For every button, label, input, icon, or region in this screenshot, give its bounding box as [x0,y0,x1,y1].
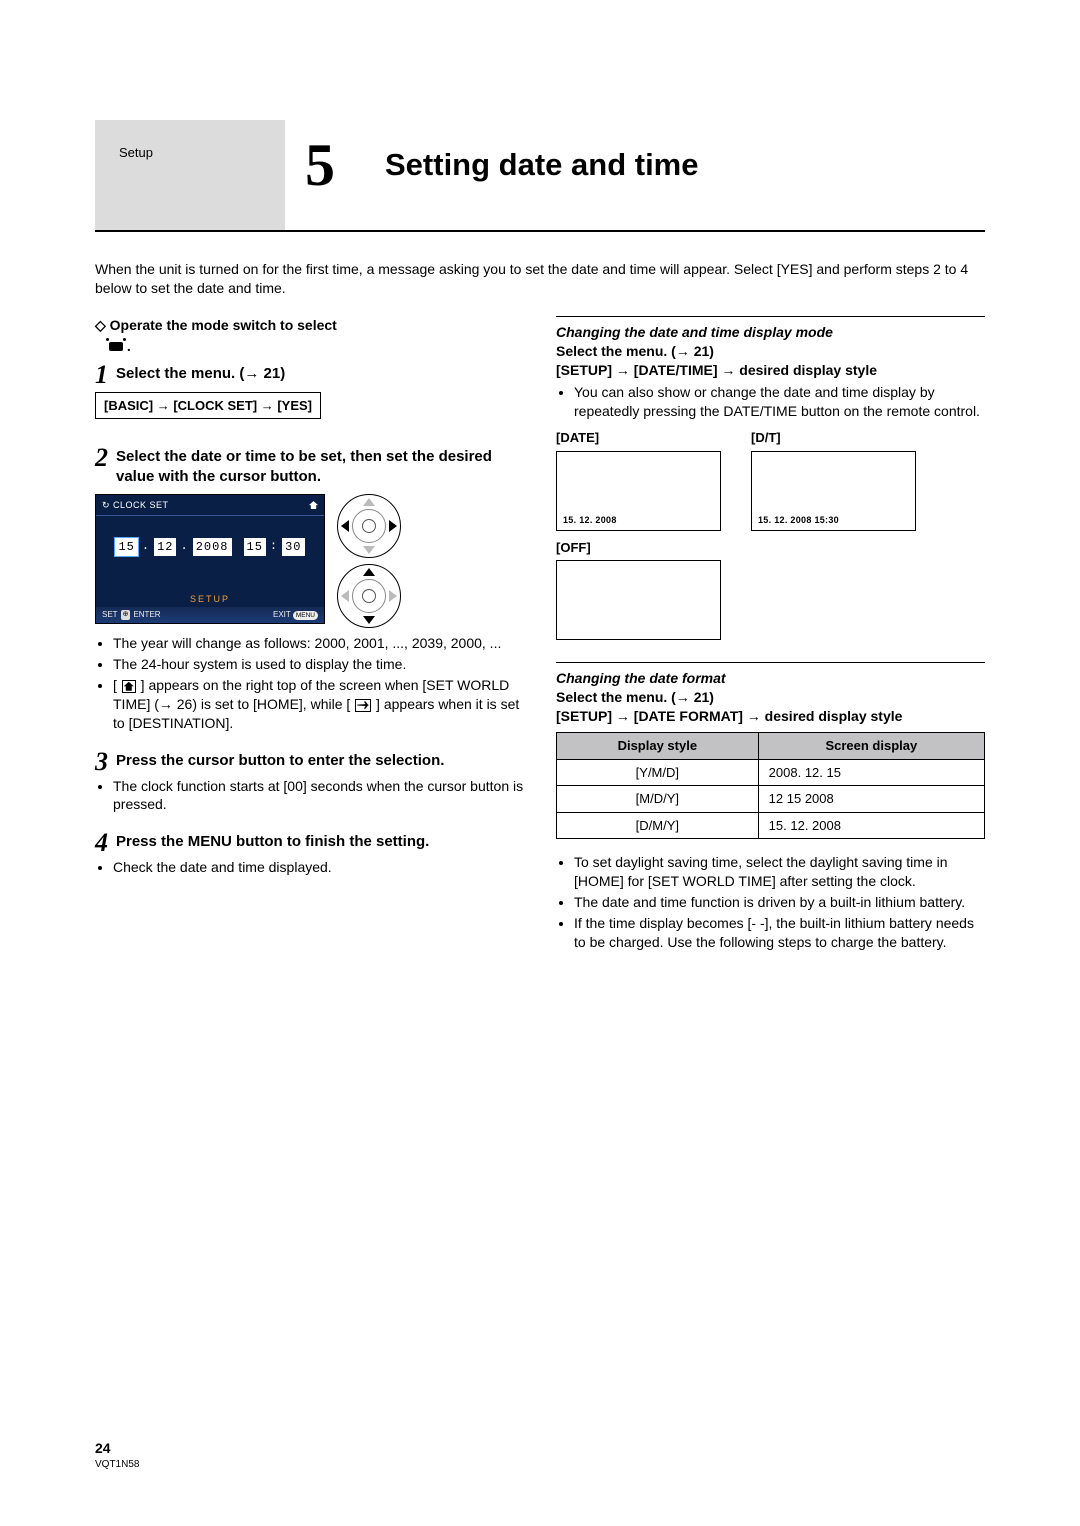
step-1-text: Select the menu. (→ 21) [116,364,524,386]
screenshot-set-label: SET [102,610,118,621]
preview-off-box [556,560,721,640]
list-item: To set daylight saving time, select the … [574,853,985,891]
preview-off-col: [OFF] [556,539,721,641]
clock-colon: : [269,538,279,556]
preview-date-box: 15. 12. 2008 [556,451,721,531]
step-4-number: 4 [95,832,108,854]
preview-date-col: [DATE] 15. 12. 2008 [556,429,721,531]
table-cell: 2008. 12. 15 [758,759,984,786]
date-format-path: [SETUP] → [DATE FORMAT] → desired displa… [556,707,985,726]
step-1-number: 1 [95,364,108,386]
clock-sep: . [141,538,151,556]
section-separator [556,316,985,317]
right-column: Changing the date and time display mode … [556,316,985,970]
record-mode-icon [109,342,123,351]
step-4-heading: 4 Press the MENU button to finish the se… [95,832,524,854]
clock-year: 2008 [193,538,232,556]
cursor-pad-horizontal-icon [337,494,401,558]
chapter-number: 5 [285,120,355,230]
home-icon [309,501,318,509]
step-2-number: 2 [95,447,108,486]
list-item: You can also show or change the date and… [574,383,985,421]
document-id: VQT1N58 [95,1458,139,1472]
final-notes: To set daylight saving time, select the … [556,853,985,951]
list-item: Check the date and time displayed. [113,858,524,877]
section-tab: Setup [95,120,285,230]
left-column: ◇ Operate the mode switch to select . 1 … [95,316,524,970]
preview-dt-box: 15. 12. 2008 15:30 [751,451,916,531]
preview-dt-value: 15. 12. 2008 15:30 [758,514,839,526]
step-2-text: Select the date or time to be set, then … [116,447,524,486]
list-item: [ ] appears on the right top of the scre… [113,676,524,733]
table-cell: [D/M/Y] [557,812,759,839]
table-row: [D/M/Y] 15. 12. 2008 [557,812,985,839]
table-cell: [M/D/Y] [557,786,759,813]
clock-value-row: 15 . 12 . 2008 15 : 30 [96,538,324,556]
table-cell: [Y/M/D] [557,759,759,786]
display-mode-path: [SETUP] → [DATE/TIME] → desired display … [556,361,985,380]
clock-day: 15 [115,538,137,556]
page-header: Setup 5 Setting date and time [95,120,985,232]
preview-date-label: [DATE] [556,429,721,447]
display-mode-note: You can also show or change the date and… [556,383,985,421]
preview-off-label: [OFF] [556,539,721,557]
page-footer: 24 VQT1N58 [95,1439,139,1471]
clock-month: 12 [154,538,176,556]
cursor-pad-vertical-icon [337,564,401,628]
page-title: Setting date and time [355,120,698,230]
section-separator-2 [556,662,985,663]
table-row: [Y/M/D] 2008. 12. 15 [557,759,985,786]
screenshot-title: CLOCK SET [113,500,169,510]
preview-dt-col: [D/T] 15. 12. 2008 15:30 [751,429,916,531]
operate-switch-line2: . [95,337,524,356]
list-item: The clock function starts at [00] second… [113,777,524,815]
table-cell: 15. 12. 2008 [758,812,984,839]
enter-chip-icon: ⊕ [121,610,131,619]
step-2-notes: The year will change as follows: 2000, 2… [95,634,524,732]
preview-date-value: 15. 12. 2008 [563,514,617,526]
table-cell: 12 15 2008 [758,786,984,813]
list-item: The date and time function is driven by … [574,893,985,912]
menu-path-box: [BASIC] → [CLOCK SET] → [YES] [95,392,321,420]
clock-sep2: . [179,538,189,556]
screenshot-enter-label: ENTER [133,610,160,621]
step-3-text: Press the cursor button to enter the sel… [116,751,524,773]
plane-icon [355,699,371,712]
intro-paragraph: When the unit is turned on for the first… [95,260,985,298]
table-header: Display style [557,733,759,760]
step-4-notes: Check the date and time displayed. [95,858,524,877]
operate-switch-instruction: ◇ Operate the mode switch to select [95,316,524,335]
screenshot-exit-label: EXIT [273,610,291,619]
clock-set-screenshot: ↻ CLOCK SET 15 . 12 . 2008 15 : 30 [95,494,325,624]
table-row: [M/D/Y] 12 15 2008 [557,786,985,813]
table-header: Screen display [758,733,984,760]
change-display-mode-heading: Changing the date and time display mode [556,323,985,342]
page-number: 24 [95,1439,139,1458]
select-menu-instruction-2: Select the menu. (→ 21) [556,688,985,707]
list-item: The year will change as follows: 2000, 2… [113,634,524,653]
house-icon [122,680,136,693]
menu-chip-icon: MENU [293,611,318,620]
select-menu-instruction: Select the menu. (→ 21) [556,342,985,361]
step-3-notes: The clock function starts at [00] second… [95,777,524,815]
list-item: If the time display becomes [- -], the b… [574,914,985,952]
change-date-format-heading: Changing the date format [556,669,985,688]
step-2-heading: 2 Select the date or time to be set, the… [95,447,524,486]
operate-switch-text: Operate the mode switch to select [110,317,337,333]
clock-min: 30 [282,538,304,556]
operate-switch-period: . [127,338,131,354]
clock-hour: 15 [244,538,266,556]
step-1-heading: 1 Select the menu. (→ 21) [95,364,524,386]
section-label: Setup [119,144,153,162]
list-item: The 24-hour system is used to display th… [113,655,524,674]
step-3-number: 3 [95,751,108,773]
step-4-text: Press the MENU button to finish the sett… [116,832,524,854]
screenshot-setup-label: SETUP [96,593,324,605]
date-format-table: Display style Screen display [Y/M/D] 200… [556,732,985,839]
step-3-heading: 3 Press the cursor button to enter the s… [95,751,524,773]
preview-dt-label: [D/T] [751,429,916,447]
